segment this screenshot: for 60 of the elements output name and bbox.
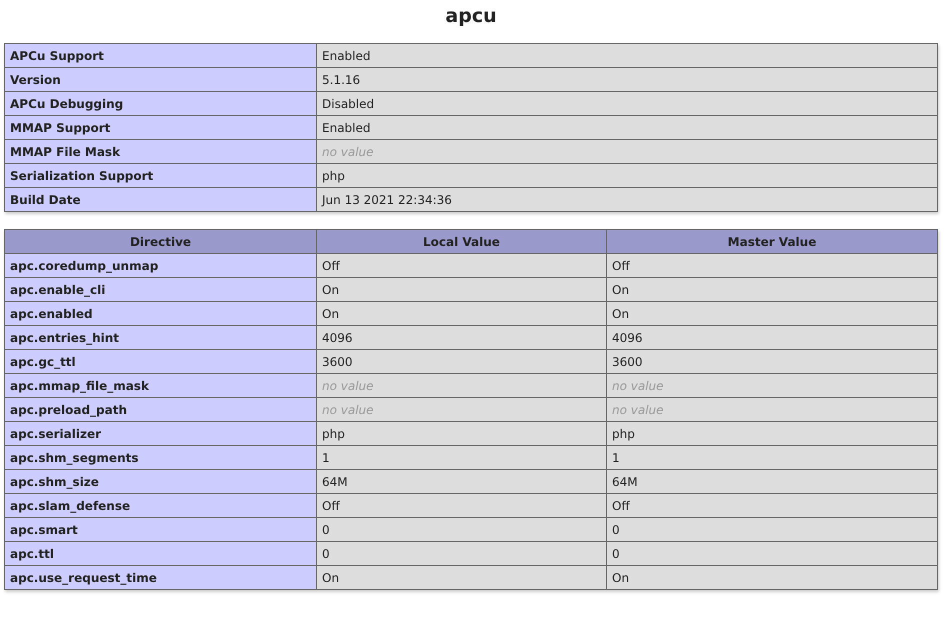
directive-name: apc.mmap_file_mask [4,374,316,398]
local-value: Off [316,254,606,278]
page-title: apcu [444,4,498,29]
directive-name: apc.enable_cli [4,278,316,302]
directive-name: apc.coredump_unmap [4,254,316,278]
local-value: php [316,422,606,446]
master-value: On [606,302,938,326]
local-value: On [316,302,606,326]
master-value: 0 [606,542,938,566]
directive-name: apc.shm_size [4,470,316,494]
directive-name: apc.serializer [4,422,316,446]
column-header: Master Value [606,230,938,254]
setting-value: 5.1.16 [316,68,938,92]
local-value: On [316,278,606,302]
setting-value: no value [316,140,938,164]
directive-name: apc.entries_hint [4,326,316,350]
master-value: no value [606,398,938,422]
local-value: 64M [316,470,606,494]
master-value: 0 [606,518,938,542]
directive-name: apc.slam_defense [4,494,316,518]
setting-label: APCu Support [4,44,316,68]
master-value: On [606,278,938,302]
master-value: On [606,566,938,590]
setting-value: Enabled [316,116,938,140]
directive-name: apc.enabled [4,302,316,326]
setting-value: Disabled [316,92,938,116]
local-value: 4096 [316,326,606,350]
local-value: 0 [316,518,606,542]
setting-label: APCu Debugging [4,92,316,116]
setting-label: Serialization Support [4,164,316,188]
directive-name: apc.use_request_time [4,566,316,590]
master-value: Off [606,254,938,278]
directive-name: apc.shm_segments [4,446,316,470]
setting-label: MMAP File Mask [4,140,316,164]
directive-name: apc.gc_ttl [4,350,316,374]
master-value: 3600 [606,350,938,374]
master-value: 1 [606,446,938,470]
setting-label: Build Date [4,188,316,212]
column-header: Local Value [316,230,606,254]
local-value: no value [316,374,606,398]
column-header: Directive [4,230,316,254]
local-value: 0 [316,542,606,566]
setting-label: MMAP Support [4,116,316,140]
local-value: no value [316,398,606,422]
directive-name: apc.ttl [4,542,316,566]
setting-value: Jun 13 2021 22:34:36 [316,188,938,212]
master-value: no value [606,374,938,398]
setting-label: Version [4,68,316,92]
local-value: Off [316,494,606,518]
master-value: php [606,422,938,446]
local-value: 1 [316,446,606,470]
master-value: 4096 [606,326,938,350]
setting-value: Enabled [316,44,938,68]
master-value: Off [606,494,938,518]
directive-name: apc.smart [4,518,316,542]
setting-value: php [316,164,938,188]
directive-name: apc.preload_path [4,398,316,422]
local-value: 3600 [316,350,606,374]
master-value: 64M [606,470,938,494]
local-value: On [316,566,606,590]
